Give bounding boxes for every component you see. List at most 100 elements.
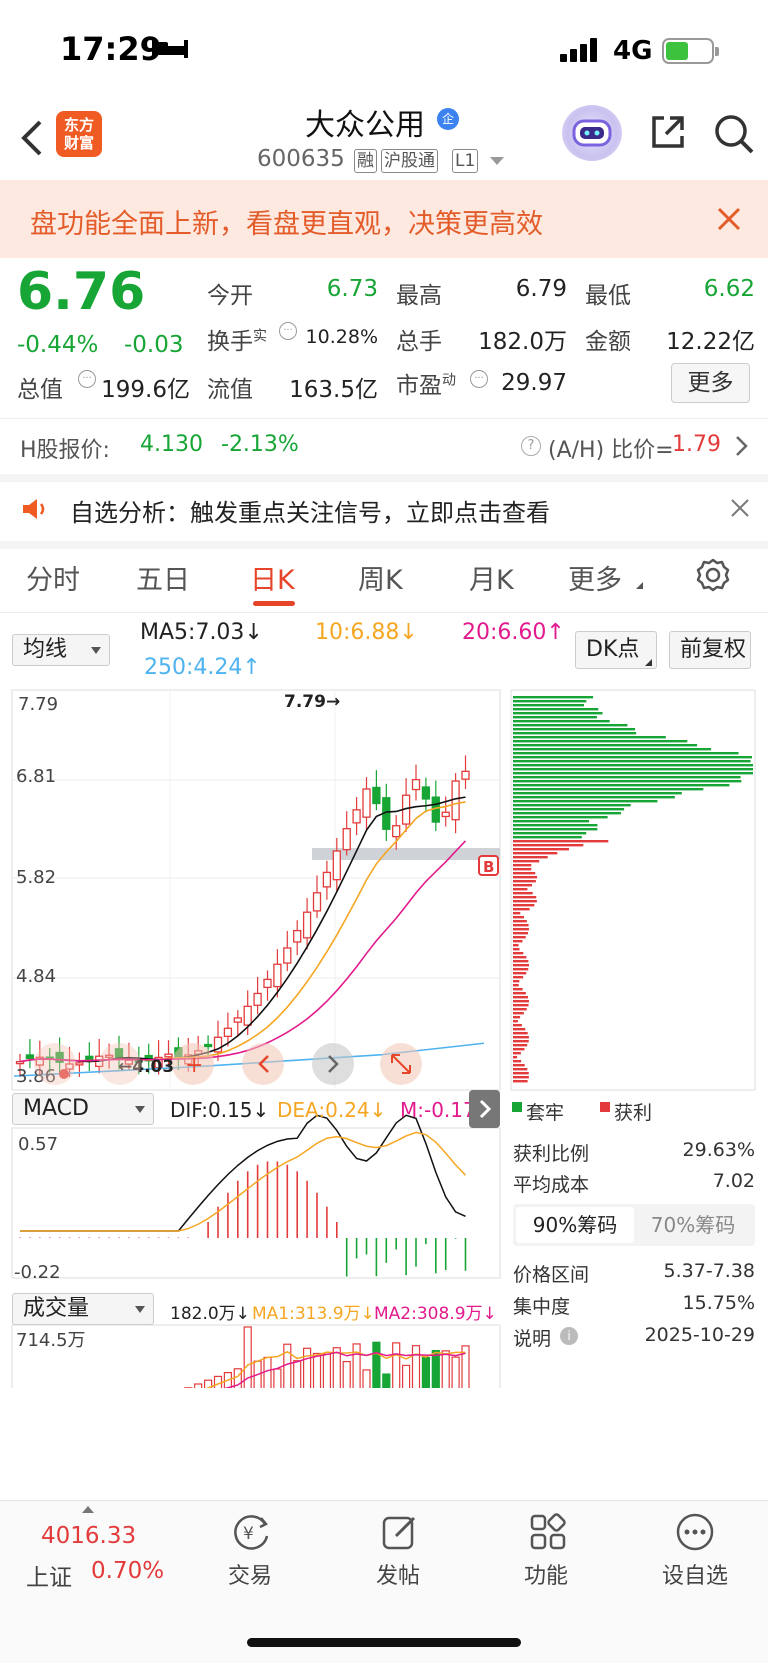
chip-tab-70[interactable]: 70%筹码 [634,1207,752,1243]
chevron-right-icon[interactable] [734,435,748,457]
search-icon[interactable] [712,112,756,156]
back-icon[interactable] [18,118,44,158]
kline-chart[interactable]: 7.79 6.81 5.82 4.84 3.86 7.79→ ←4.03 B +… [0,688,768,1388]
index-change[interactable]: 0.70% [91,1558,164,1584]
avg-cost-value: 7.02 [712,1170,755,1192]
chip-bar [513,1004,529,1007]
last-price: 6.76 [17,262,146,322]
post-icon[interactable] [380,1512,420,1552]
volume-bar [213,1375,223,1388]
chip-bar [513,932,528,935]
info-icon[interactable]: i [560,1327,578,1345]
candle-body [263,978,272,989]
chip-bar [513,1056,518,1059]
candle-body [312,892,322,912]
indicator-select-volume[interactable]: 成交量 [12,1293,154,1325]
chip-bar [513,876,538,879]
price-panel-frame [11,689,501,1091]
active-tab-indicator [253,601,295,606]
more-dots-icon[interactable] [675,1512,715,1552]
help-icon[interactable]: ? [521,436,541,456]
expand-up-icon[interactable] [82,1506,94,1513]
chip-bar [513,1020,518,1023]
candle-body [421,786,431,800]
watchlist-label[interactable]: 设自选 [653,1558,737,1590]
promo-text: 盘功能全面上新，看盘更直观，决策更高效 [30,209,543,240]
tab-weekly-k[interactable]: 周K [358,558,403,597]
chip-bar [513,1052,521,1055]
function-label[interactable]: 功能 [506,1558,586,1590]
dropdown-corner-icon [636,582,643,589]
promo-banner[interactable]: 盘功能全面上新，看盘更直观，决策更高效 [0,180,768,258]
signal-icon [560,38,597,62]
close-icon[interactable] [731,499,749,517]
ma250-value: 250:4.24↑ [144,655,261,680]
index-name[interactable]: 上证 [26,1558,72,1592]
indicator-select-ma[interactable]: 均线 [12,634,110,666]
tab-intraday[interactable]: 分时 [26,558,80,597]
concentration-label: 集中度 [513,1296,571,1318]
volume-y-top: 714.5万 [16,1330,86,1351]
volume-bar [312,1352,322,1388]
chip-bar [513,864,532,867]
trade-icon[interactable]: ¥ [231,1512,271,1552]
index-value[interactable]: 4016.33 [41,1523,136,1549]
chip-bar [513,828,598,831]
status-bar: 17:29 4G [0,0,768,100]
mktcap-value: 199.6亿 [101,377,190,403]
chip-bar [513,784,730,787]
legend-profit: 获利 [614,1102,653,1124]
chip-bar [513,840,609,843]
candle-body [85,1055,94,1061]
chip-bar [513,940,523,943]
indicator-select-macd[interactable]: MACD [12,1093,154,1125]
chip-bar [513,888,528,891]
more-button[interactable]: 更多 [671,363,750,403]
app-logo[interactable]: 东方 财富 [56,111,102,157]
chip-bar [513,760,751,763]
assistant-avatar-icon[interactable] [562,105,622,161]
trade-label[interactable]: 交易 [210,1558,290,1590]
close-icon[interactable] [717,207,741,231]
gear-icon[interactable] [696,558,730,592]
adjust-select[interactable]: 前复权 [669,631,751,669]
macd-panel-frame [11,1127,501,1279]
enterprise-badge-icon: 企 [437,108,459,130]
ah-ratio-value: 1.79 [672,432,721,457]
scroll-left-icon[interactable] [242,1043,284,1085]
chip-date: 2025-10-29 [644,1324,755,1346]
h-share-price: 4.130 [140,432,203,457]
concentration-value: 15.75% [682,1292,755,1314]
tab-daily-k[interactable]: 日K [250,558,295,597]
info-icon[interactable]: ··· [470,370,488,388]
info-icon[interactable]: ··· [279,322,297,340]
ma5-value: MA5:7.03↓ [140,620,263,645]
tab-more[interactable]: 更多 [568,558,622,597]
chip-bar [513,992,526,995]
post-label[interactable]: 发帖 [358,1558,438,1590]
volume-label: 总手 [396,329,442,355]
candle-body [203,1043,213,1048]
chip-bar [513,872,536,875]
info-icon[interactable]: ··· [78,370,96,388]
chip-bar [513,756,752,759]
share-icon[interactable] [648,112,688,152]
chip-bar [513,792,682,795]
function-grid-icon[interactable] [528,1512,568,1552]
dk-point-select[interactable]: DK点 [575,631,657,669]
chip-bar [513,960,529,963]
scroll-right-icon[interactable] [312,1043,354,1085]
high-label: 最高 [396,283,442,309]
chip-bar [513,1024,522,1027]
expand-panel-button[interactable] [469,1090,500,1128]
chevron-down-icon[interactable] [490,157,504,165]
chip-bar [513,1028,526,1031]
pe-value: 29.97 [501,370,567,396]
macd-y-top: 0.57 [18,1134,58,1155]
alert-text: 自选分析：触发重点关注信号，立即点击查看 [70,499,550,527]
open-label: 今开 [207,283,253,309]
tab-five-day[interactable]: 五日 [136,558,190,597]
tab-monthly-k[interactable]: 月K [469,558,514,597]
chip-bar [513,1016,521,1019]
chip-tab-90[interactable]: 90%筹码 [516,1207,634,1243]
